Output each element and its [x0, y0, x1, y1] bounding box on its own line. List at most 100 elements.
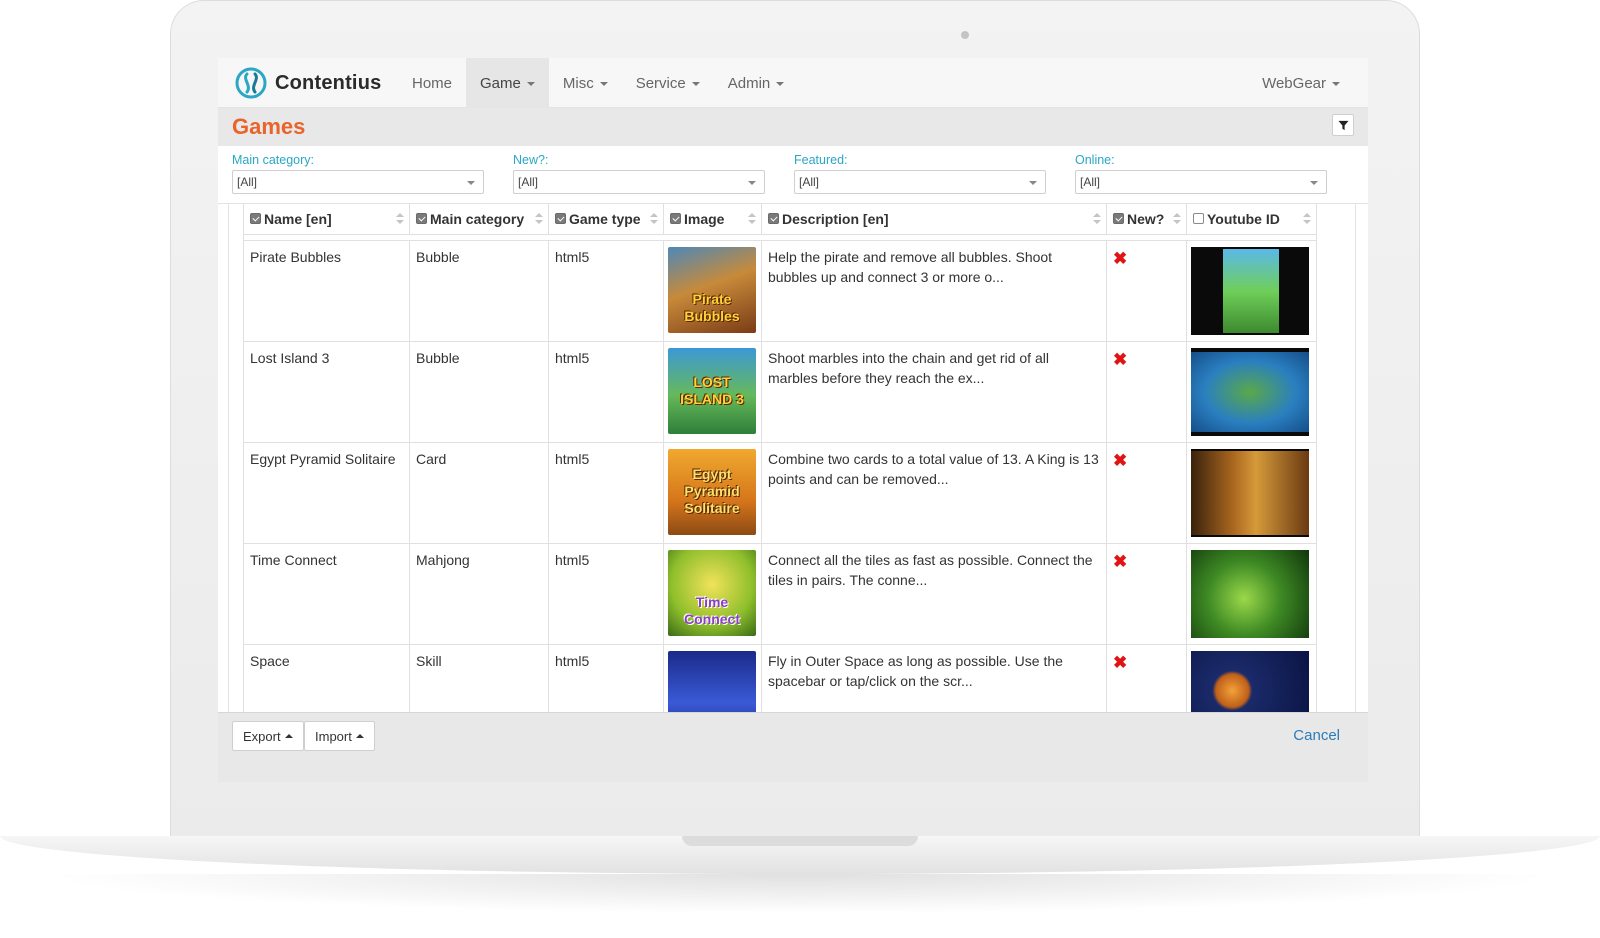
import-button[interactable]: Import [304, 721, 375, 751]
cell-image: Egypt Pyramid Solitaire [663, 441, 762, 544]
dropdown-arrow-icon [748, 181, 756, 185]
video-preview[interactable] [1191, 448, 1309, 537]
column-header-name[interactable]: Name [en] [243, 204, 410, 235]
video-preview[interactable] [1191, 650, 1309, 712]
cell-description: Shoot marbles into the chain and get rid… [761, 340, 1107, 443]
cell-youtube [1186, 643, 1317, 712]
cell-name: Lost Island 3 [243, 340, 410, 443]
cell-name: Space [243, 643, 410, 712]
games-grid: Name [en] Main category Game type Image … [228, 204, 1356, 712]
column-checkbox[interactable] [1113, 213, 1124, 225]
funnel-icon [1337, 120, 1349, 130]
column-checkbox[interactable] [250, 213, 261, 225]
column-header-new[interactable]: New? [1106, 204, 1187, 235]
sort-icon[interactable] [396, 213, 404, 225]
column-header-image[interactable]: Image [663, 204, 762, 235]
caret-down-icon [691, 82, 700, 86]
cancel-link[interactable]: Cancel [1293, 727, 1340, 744]
user-menu[interactable]: WebGear [1262, 58, 1340, 108]
user-name: WebGear [1262, 74, 1326, 92]
video-preview[interactable] [1191, 347, 1309, 436]
sort-icon[interactable] [535, 213, 543, 225]
column-header-game-type[interactable]: Game type [548, 204, 664, 235]
column-checkbox[interactable] [416, 213, 427, 225]
nav-item-misc[interactable]: Misc [549, 58, 622, 108]
nav-label: Home [412, 74, 453, 92]
column-checkbox[interactable] [555, 213, 566, 225]
column-label: Image [684, 210, 725, 227]
video-frame [1191, 650, 1309, 712]
table-row[interactable]: Egypt Pyramid Solitaire Card html5 Egypt… [243, 441, 1317, 544]
select-value: [All] [237, 175, 258, 189]
video-preview[interactable] [1191, 549, 1309, 638]
cell-image: SPACE [663, 643, 762, 712]
filter-label: Online: [1075, 153, 1115, 167]
video-frame [1223, 248, 1279, 333]
cell-name: Time Connect [243, 542, 410, 645]
table-header-row: Name [en] Main category Game type Image … [243, 204, 1317, 235]
cell-image: Pirate Bubbles [663, 239, 762, 342]
game-thumbnail[interactable]: Time Connect [668, 549, 756, 636]
column-label: Main category [430, 210, 525, 227]
cell-category: Card [409, 441, 549, 544]
nav-label: Admin [727, 74, 771, 92]
page-title: Games [232, 114, 306, 139]
brand-logo[interactable]: Contentius [234, 66, 381, 100]
nav-item-home[interactable]: Home [398, 58, 466, 108]
cell-category: Bubble [409, 340, 549, 443]
caret-up-icon [284, 734, 293, 738]
cell-description: Combine two cards to a total value of 13… [761, 441, 1107, 544]
sort-icon[interactable] [1173, 213, 1181, 225]
column-checkbox[interactable] [670, 213, 681, 225]
new-select[interactable]: [All] [513, 170, 765, 194]
nav-item-service[interactable]: Service [622, 58, 714, 108]
column-label: Description [en] [782, 210, 889, 227]
video-preview[interactable] [1191, 246, 1309, 335]
game-thumbnail[interactable]: SPACE [668, 650, 756, 712]
cell-new: ✖ [1106, 239, 1187, 342]
button-label: Export [243, 728, 281, 744]
online-select[interactable]: [All] [1075, 170, 1327, 194]
table-row[interactable]: Time Connect Mahjong html5 Time Connect … [243, 542, 1317, 645]
cell-name: Pirate Bubbles [243, 239, 410, 342]
top-navbar: Contentius Home Game Misc Service Admin … [218, 58, 1368, 108]
main-category-select[interactable]: [All] [232, 170, 484, 194]
contentius-logo-icon [235, 67, 267, 99]
column-label: Name [en] [264, 210, 332, 227]
table-row[interactable]: Pirate Bubbles Bubble html5 Pirate Bubbl… [243, 239, 1317, 342]
column-header-description[interactable]: Description [en] [761, 204, 1107, 235]
nav-label: Misc [562, 74, 594, 92]
no-x-icon: ✖ [1113, 450, 1128, 470]
cell-new: ✖ [1106, 441, 1187, 544]
sort-icon[interactable] [1303, 213, 1311, 225]
cell-category: Mahjong [409, 542, 549, 645]
column-checkbox[interactable] [1193, 213, 1204, 225]
dropdown-arrow-icon [1310, 181, 1318, 185]
nav-item-admin[interactable]: Admin [714, 58, 799, 108]
game-thumbnail[interactable]: Egypt Pyramid Solitaire [668, 448, 756, 535]
filter-toggle-button[interactable] [1332, 114, 1354, 136]
cell-type: html5 [548, 542, 664, 645]
video-frame [1191, 450, 1309, 535]
sort-icon[interactable] [1093, 213, 1101, 225]
nav-item-game[interactable]: Game [466, 58, 549, 108]
game-thumbnail[interactable]: LOST ISLAND 3 [668, 347, 756, 434]
video-frame [1191, 351, 1309, 432]
cell-image: Time Connect [663, 542, 762, 645]
sort-icon[interactable] [650, 213, 658, 225]
sort-icon[interactable] [748, 213, 756, 225]
filter-new: New?: [All] [513, 152, 765, 194]
column-label: Game type [569, 210, 641, 227]
caret-down-icon [1332, 82, 1340, 86]
column-header-main-category[interactable]: Main category [409, 204, 549, 235]
camera-dot [961, 31, 969, 39]
column-header-youtube-id[interactable]: Youtube ID [1186, 204, 1317, 235]
table-row[interactable]: Lost Island 3 Bubble html5 LOST ISLAND 3… [243, 340, 1317, 443]
export-button[interactable]: Export [232, 721, 304, 751]
game-thumbnail[interactable]: Pirate Bubbles [668, 246, 756, 333]
featured-select[interactable]: [All] [794, 170, 1046, 194]
laptop-notch [682, 836, 918, 846]
cell-type: html5 [548, 643, 664, 712]
column-checkbox[interactable] [768, 213, 779, 225]
table-row[interactable]: Space Skill html5 SPACE Fly in Outer Spa… [243, 643, 1317, 712]
